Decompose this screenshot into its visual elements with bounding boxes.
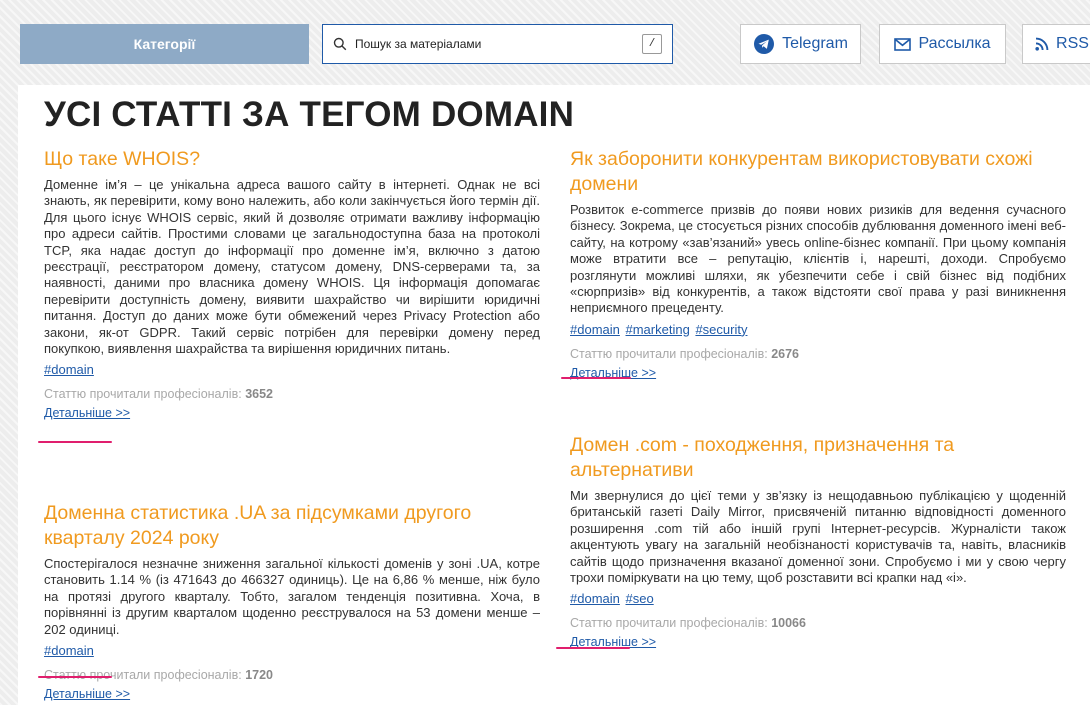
article-description: Спостерігалося незначне зниження загальн… [44,556,540,637]
read-more-link[interactable]: Детальніше >> [44,686,130,702]
tag-domain-link[interactable]: #domain [570,320,620,339]
article-tags: #domain [44,360,540,379]
search-shortcut-hint: / [642,34,662,54]
categories-button[interactable]: Категорії [20,24,309,64]
read-count-value: 3652 [245,387,273,402]
article-description: Ми звернулися до цієї теми у зв’язку із … [570,488,1066,586]
read-count: Статтю прочитали професіоналів: 10066 [570,615,1066,631]
tag-domain-link[interactable]: #domain [44,360,94,379]
read-count-value: 10066 [771,616,806,631]
article-title-link[interactable]: Що таке WHOIS? [44,147,540,172]
telegram-icon [754,34,775,54]
read-count-label: Статтю прочитали професіоналів: [44,387,242,402]
tag-seo-link[interactable]: #seo [626,589,654,608]
envelope-icon [894,37,912,51]
newsletter-button[interactable]: Рассылка [879,24,1006,64]
telegram-label: Telegram [782,35,848,52]
newsletter-label: Рассылка [918,35,991,52]
read-more-link[interactable]: Детальніше >> [44,405,130,421]
domain-tag-highlight-mark [38,441,112,443]
read-count: Статтю прочитали професіоналів: 2676 [570,346,1066,362]
tag-security-link[interactable]: #security [695,320,747,339]
tag-domain-link[interactable]: #domain [570,589,620,608]
read-count: Статтю прочитали професіоналів: 1720 [44,667,540,683]
article-description: Розвиток e-commerce призвів до появи нов… [570,202,1066,316]
article-tags: #domain [44,641,540,660]
rss-button[interactable]: RSS [1022,24,1090,64]
page-title: УСІ СТАТТІ ЗА ТЕГОМ DOMAIN [44,95,575,134]
read-count-label: Статтю прочитали професіоналів: [570,616,768,631]
article-title-link[interactable]: Як заборонити конкурентам використовуват… [570,147,1066,197]
article-card: Як заборонити конкурентам використовуват… [570,147,1066,381]
search-icon [333,37,347,51]
article-card: Домен .com - походження, призначення та … [570,433,1066,650]
tag-marketing-link[interactable]: #marketing [626,320,690,339]
search-box[interactable]: / [322,24,673,64]
article-card: Доменна статистика .UA за підсумками дру… [44,501,540,702]
domain-tag-highlight-mark [561,377,631,379]
article-card: Що таке WHOIS? Доменне ім’я – це унікаль… [44,147,540,421]
article-tags: #domain #seo [570,589,1066,608]
rss-label: RSS [1056,35,1089,52]
domain-tag-highlight-mark [556,647,630,649]
article-title-link[interactable]: Доменна статистика .UA за підсумками дру… [44,501,540,551]
article-title-link[interactable]: Домен .com - походження, призначення та … [570,433,1066,483]
main-content: УСІ СТАТТІ ЗА ТЕГОМ DOMAIN Що таке WHOIS… [18,85,1090,705]
read-count-value: 1720 [245,668,273,683]
article-description: Доменне ім’я – це унікальна адреса вашог… [44,177,540,357]
top-bar: Категорії / Telegram Рассылка RSS [0,0,1090,85]
read-count: Статтю прочитали професіоналів: 3652 [44,386,540,402]
domain-tag-highlight-mark [38,676,112,678]
search-input[interactable] [355,37,642,51]
telegram-button[interactable]: Telegram [740,24,861,64]
article-tags: #domain #marketing #security [570,320,1066,339]
tag-domain-link[interactable]: #domain [44,641,94,660]
read-count-label: Статтю прочитали професіоналів: [570,346,768,361]
read-count-value: 2676 [771,346,799,361]
rss-icon [1035,37,1049,51]
